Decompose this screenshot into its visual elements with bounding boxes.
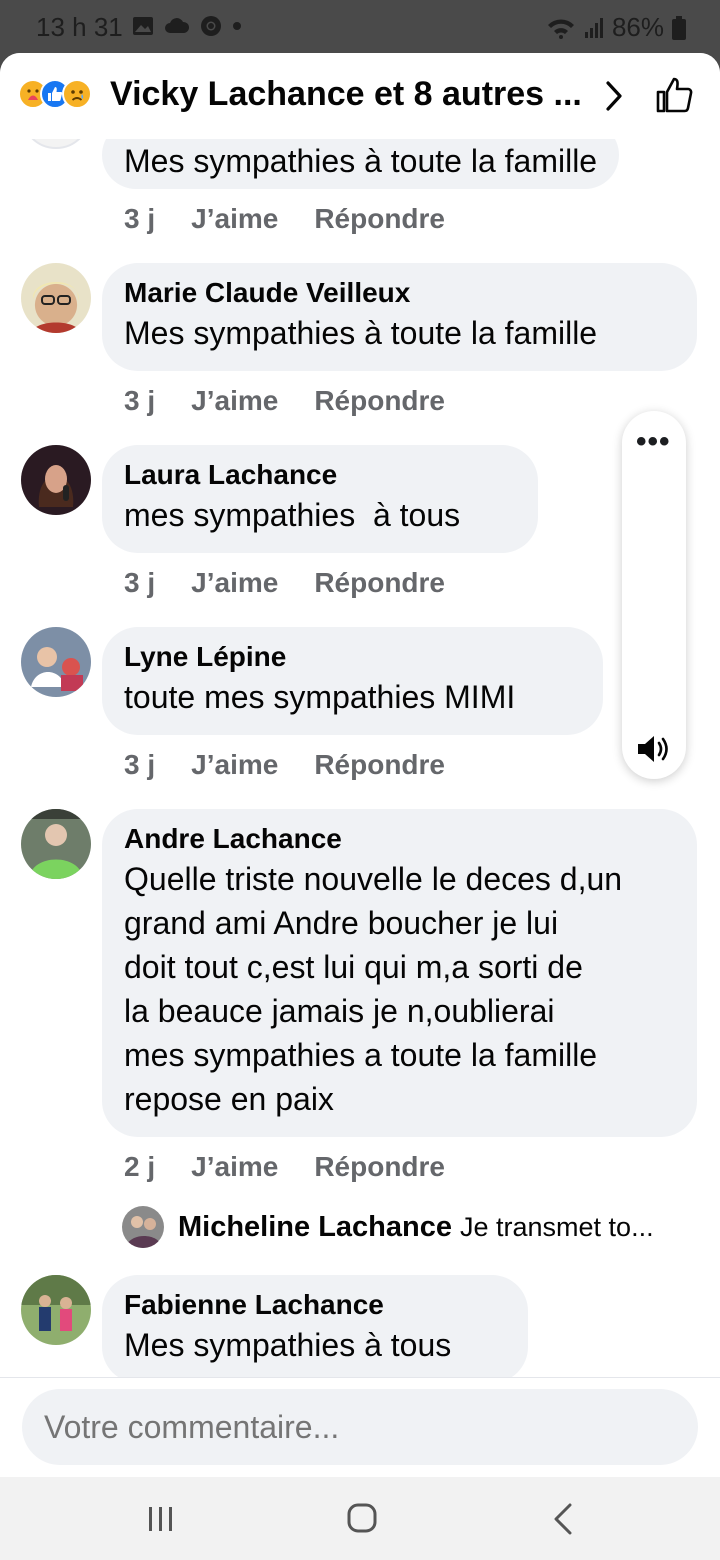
comment-bubble[interactable]: Marie Claude Veilleux Mes sympathies à t… [102, 263, 697, 371]
speaker-icon[interactable] [636, 733, 672, 765]
comment-time[interactable]: 3 j [124, 567, 155, 599]
comment-author[interactable]: Lyne Lépine [124, 641, 581, 673]
status-right: 86% [546, 12, 686, 43]
reaction-summary[interactable] [18, 79, 92, 109]
reply-link[interactable]: Répondre [314, 1151, 445, 1183]
comment-bubble[interactable]: Laura Lachance mes sympathies à tous [102, 445, 538, 553]
status-bar: 13 h 31 86% [0, 0, 720, 56]
comment-author[interactable]: Andre Lachance [124, 823, 675, 855]
avatar[interactable] [122, 1206, 164, 1248]
comment-bubble[interactable]: Lyne Lépine toute mes sympathies MIMI [102, 627, 603, 735]
battery-icon [672, 15, 686, 40]
dot-icon [233, 22, 241, 30]
comment-actions: 2 j J’aime Répondre [124, 1151, 481, 1183]
chrome-icon [201, 16, 221, 36]
composer-area [0, 1377, 720, 1477]
cloud-icon [165, 18, 190, 33]
comment-text: Mes sympathies à toute la famille [124, 143, 598, 179]
comment-input[interactable] [22, 1389, 698, 1465]
reply-link[interactable]: Répondre [314, 567, 445, 599]
comment-text-line: grand ami Andre boucher je lui [124, 905, 559, 941]
recent-apps-icon[interactable] [141, 1501, 181, 1537]
comment-actions: 3 j J’aime Répondre [124, 749, 481, 781]
reply-preview[interactable]: Micheline Lachance Je transmet to... [122, 1205, 654, 1249]
reply-link[interactable]: Répondre [314, 749, 445, 781]
comment-text-line: repose en paix [124, 1081, 334, 1117]
comment-text: Mes sympathies à tous [124, 1327, 452, 1363]
sad-reaction-icon [62, 79, 92, 109]
comment-text-line: Quelle triste nouvelle le deces d,un [124, 861, 623, 897]
reactors-title[interactable]: Vicky Lachance et 8 autres ... [110, 75, 588, 114]
comment-bubble[interactable]: Andre Lachance Quelle triste nouvelle le… [102, 809, 697, 1137]
back-icon[interactable] [544, 1501, 584, 1537]
avatar[interactable] [21, 1275, 91, 1345]
comment-author[interactable]: Marie Claude Veilleux [124, 277, 675, 309]
like-link[interactable]: J’aime [191, 385, 278, 417]
home-icon[interactable] [342, 1501, 382, 1537]
comment-time[interactable]: 3 j [124, 203, 155, 235]
reply-link[interactable]: Répondre [314, 385, 445, 417]
comment-author[interactable]: Laura Lachance [124, 459, 516, 491]
like-link[interactable]: J’aime [191, 567, 278, 599]
comment-time[interactable]: 3 j [124, 749, 155, 781]
reply-author[interactable]: Micheline Lachance [178, 1211, 452, 1244]
comment-text: Mes sympathies à toute la famille [124, 315, 598, 351]
like-link[interactable]: J’aime [191, 749, 278, 781]
reply-text: Je transmet to... [460, 1211, 654, 1242]
like-link[interactable]: J’aime [191, 1151, 278, 1183]
like-button-icon[interactable] [654, 75, 694, 115]
comment-text-line: mes sympathies a toute la famille [124, 1037, 598, 1073]
battery-level: 86% [611, 12, 664, 42]
comment-actions: 3 j J’aime Répondre [124, 203, 481, 235]
chevron-right-icon[interactable] [598, 77, 630, 115]
signal-icon [584, 17, 603, 38]
like-link[interactable]: J’aime [191, 203, 278, 235]
reply-link[interactable]: Répondre [314, 203, 445, 235]
sheet-header: Vicky Lachance et 8 autres ... [0, 53, 720, 139]
comment-text-line: doit tout c,est lui qui m,a sorti de [124, 949, 583, 985]
comment-text: mes sympathies à tous [124, 497, 461, 533]
comment-time[interactable]: 2 j [124, 1151, 155, 1183]
more-options-icon[interactable]: ••• [636, 427, 671, 457]
comment-text: Quelle triste nouvelle le deces d,un gra… [124, 857, 675, 1121]
comment-text: toute mes sympathies MIMI [124, 679, 516, 715]
status-time: 13 h 31 [36, 12, 123, 42]
comment-author[interactable]: Fabienne Lachance [124, 1289, 506, 1321]
comments-sheet: Vicky Lachance et 8 autres ... Mes sympa… [0, 53, 720, 1477]
comment-actions: 3 j J’aime Répondre [124, 567, 481, 599]
avatar[interactable] [21, 263, 91, 333]
floating-video-widget[interactable]: ••• [622, 411, 686, 779]
avatar[interactable] [21, 445, 91, 515]
comment-time[interactable]: 3 j [124, 385, 155, 417]
wifi-icon [547, 18, 574, 39]
comment-text-line: la beauce jamais je n,oublierai [124, 993, 555, 1029]
gallery-icon [133, 17, 153, 35]
system-nav-bar [0, 1477, 720, 1560]
comment-actions: 3 j J’aime Répondre [124, 385, 481, 417]
notification-icons [132, 15, 242, 37]
comment-bubble[interactable]: Fabienne Lachance Mes sympathies à tous [102, 1275, 528, 1383]
avatar[interactable] [21, 627, 91, 697]
avatar[interactable] [21, 809, 91, 879]
